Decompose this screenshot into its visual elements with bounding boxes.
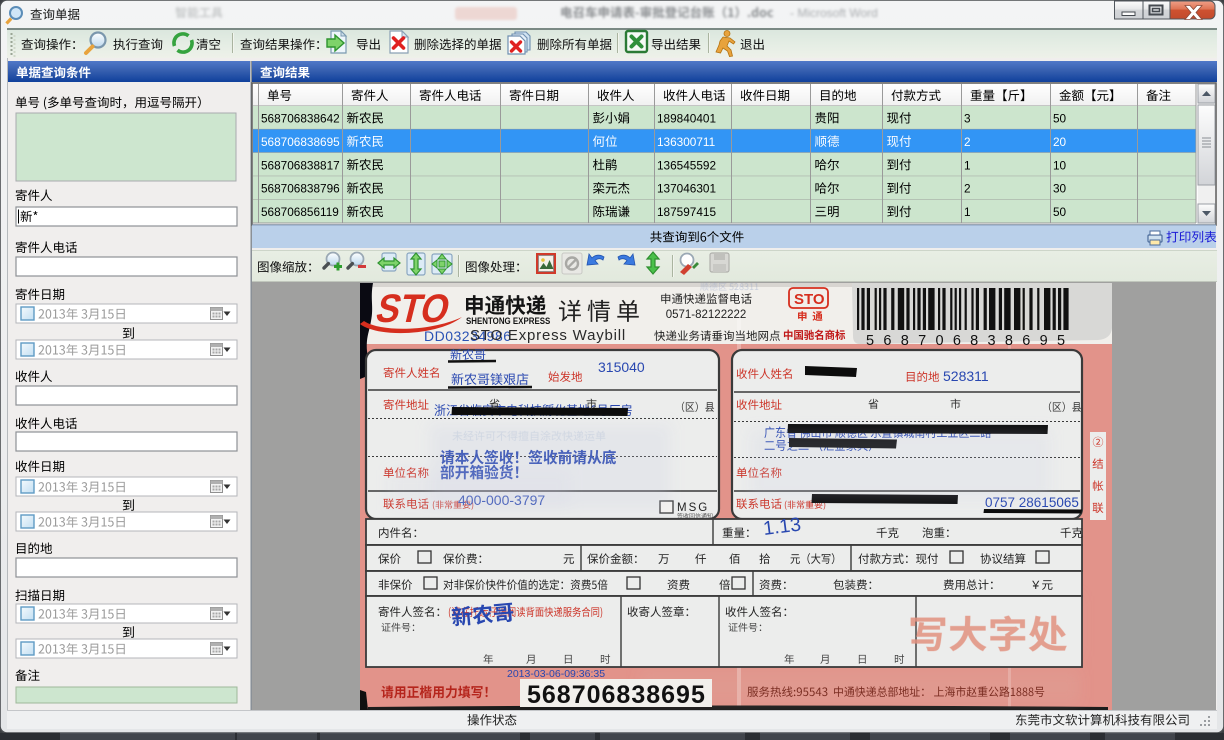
svg-text:10: 10	[1053, 158, 1067, 172]
svg-text:50: 50	[1053, 205, 1067, 219]
svg-text:2: 2	[964, 135, 971, 149]
svg-text:568706838695: 568706838695	[866, 333, 1074, 349]
svg-text:0571-82122222: 0571-82122222	[666, 309, 747, 321]
svg-text:568706838817: 568706838817	[261, 158, 340, 172]
svg-text:568706838695: 568706838695	[261, 135, 340, 149]
svg-text:MSG: MSG	[677, 502, 709, 514]
svg-text:528311: 528311	[943, 368, 989, 384]
svg-text:568706838642: 568706838642	[261, 112, 340, 126]
svg-text:- Microsoft Word: - Microsoft Word	[790, 6, 878, 20]
svg-text:136300711: 136300711	[657, 135, 715, 149]
svg-text:50: 50	[1053, 112, 1067, 126]
svg-text:1: 1	[964, 158, 971, 172]
svg-text:20: 20	[1053, 135, 1067, 149]
svg-text:STO: STO	[794, 291, 825, 308]
svg-text:3: 3	[964, 112, 971, 126]
svg-text:187597415: 187597415	[657, 205, 716, 219]
svg-text:2013-03-06-09:36:35: 2013-03-06-09:36:35	[507, 668, 605, 680]
svg-text:189840401: 189840401	[657, 112, 716, 126]
svg-text:568706856119: 568706856119	[261, 205, 339, 219]
svg-text:568706838796: 568706838796	[261, 182, 340, 196]
svg-text:315040: 315040	[598, 359, 645, 375]
svg-text:568706838695: 568706838695	[527, 681, 706, 709]
svg-text:1: 1	[964, 205, 971, 219]
svg-text:2: 2	[964, 182, 971, 196]
svg-text:STO Express Waybill: STO Express Waybill	[470, 327, 626, 344]
svg-text:136545592: 136545592	[657, 158, 716, 172]
svg-text:1.13: 1.13	[762, 514, 802, 540]
svg-text:137046301: 137046301	[657, 182, 716, 196]
svg-text:30: 30	[1053, 182, 1067, 196]
svg-text:SHENTONG EXPRESS: SHENTONG EXPRESS	[466, 316, 551, 327]
